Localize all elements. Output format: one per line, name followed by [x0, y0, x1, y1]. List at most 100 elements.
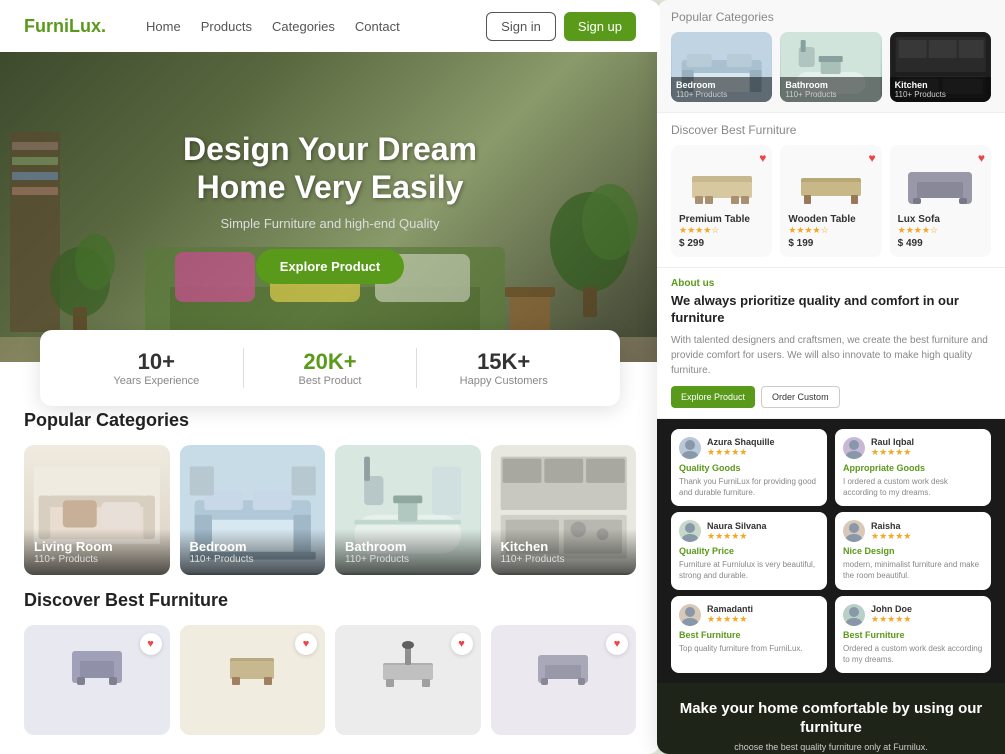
cat-bathroom[interactable]: Bathroom 110+ Products [335, 445, 481, 575]
product-price-2: $ 499 [898, 238, 983, 249]
top-cats-row: Bedroom 110+ Products Bathroom 110+ Prod… [671, 32, 991, 102]
top-cat-bathroom[interactable]: Bathroom 110+ Products [780, 32, 881, 102]
about-buttons: Explore Product Order Custom [671, 386, 991, 408]
about-explore-button[interactable]: Explore Product [671, 386, 755, 408]
nav-products[interactable]: Products [201, 19, 252, 34]
signin-button[interactable]: Sign in [486, 12, 556, 41]
fur-card-0[interactable]: ♥ [24, 625, 170, 735]
product-0[interactable]: ♥ Premium Table ★★★★☆ $ 299 [671, 145, 772, 257]
product-img-0 [679, 153, 764, 208]
right-testimonials: Azura Shaquille ★★★★★ Quality Goods Than… [657, 419, 1005, 683]
testimonial-3: John Doe ★★★★★ Best Furniture Ordered a … [835, 596, 991, 673]
stat-products-label: Best Product [244, 375, 417, 387]
hero-section: Design Your Dream Home Very Easily Simpl… [0, 52, 660, 362]
right-cta: Make your home comfortable by using our … [657, 683, 1005, 754]
product-name-0: Premium Table [679, 214, 764, 225]
heart-3[interactable]: ♥ [606, 633, 628, 655]
cat-count-lr: 110+ Products [34, 554, 160, 565]
testimonials-col-right: Raul Iqbal ★★★★★ Appropriate Goods I ord… [835, 429, 991, 673]
cat-bedroom[interactable]: Bedroom 110+ Products [180, 445, 326, 575]
product-price-0: $ 299 [679, 238, 764, 249]
cat-count-bed: 110+ Products [190, 554, 316, 565]
about-text: With talented designers and craftsmen, w… [671, 333, 991, 378]
stat-products: 20K+ Best Product [244, 349, 417, 387]
top-cat-label-kit: Kitchen 110+ Products [890, 77, 991, 102]
testimonial-0: Azura Shaquille ★★★★★ Quality Goods Than… [671, 429, 827, 506]
product-stars-0: ★★★★☆ [679, 225, 764, 236]
cta-title: Make your home comfortable by using our … [671, 699, 991, 738]
nav-categories[interactable]: Categories [272, 19, 335, 34]
nav-links: Home Products Categories Contact [146, 19, 486, 34]
about-title: We always prioritize quality and comfort… [671, 293, 991, 327]
discover-title: Discover Best Furniture [24, 590, 636, 611]
hero-content: Design Your Dream Home Very Easily Simpl… [183, 130, 477, 285]
product-stars-2: ★★★★☆ [898, 225, 983, 236]
right-panel: Popular Categories Bedroom 110+ Products [657, 0, 1005, 754]
navbar: FurniLux. Home Products Categories Conta… [0, 0, 660, 52]
product-img-2 [898, 153, 983, 208]
cat-count-bath: 110+ Products [345, 554, 471, 565]
product-heart-1[interactable]: ♥ [869, 151, 876, 165]
cat-overlay-bed: Bedroom 110+ Products [180, 529, 326, 575]
furniture-grid: ♥ ♥ [24, 625, 636, 735]
avatar-3 [843, 604, 865, 626]
product-price-1: $ 199 [788, 238, 873, 249]
products-row: ♥ Premium Table ★★★★☆ $ 299 ♥ [671, 145, 991, 257]
avatar-0 [679, 437, 701, 459]
testimonial-4: Raul Iqbal ★★★★★ Appropriate Goods I ord… [835, 429, 991, 506]
heart-1[interactable]: ♥ [295, 633, 317, 655]
product-1[interactable]: ♥ Wooden Table ★★★★☆ $ 199 [780, 145, 881, 257]
signup-button[interactable]: Sign up [564, 12, 636, 41]
cat-name-bath: Bathroom [345, 539, 471, 554]
discover-section: Discover Best Furniture ♥ [0, 590, 660, 735]
testimonial-2: Naura Silvana ★★★★★ Quality Price Furnit… [671, 512, 827, 589]
right-top-cats: Popular Categories Bedroom 110+ Products [657, 0, 1005, 113]
popular-categories-section: Popular Categories Living Room [0, 410, 660, 575]
testimonials-col-left: Azura Shaquille ★★★★★ Quality Goods Than… [671, 429, 827, 673]
stat-customers-label: Happy Customers [417, 375, 590, 387]
logo: FurniLux. [24, 16, 106, 37]
stat-years: 10+ Years Experience [70, 349, 243, 387]
cat-name-bed: Bedroom [190, 539, 316, 554]
right-about: About us We always prioritize quality an… [657, 268, 1005, 419]
nav-actions: Sign in Sign up [486, 12, 636, 41]
right-products-title: Discover Best Furniture [671, 123, 991, 137]
heart-0[interactable]: ♥ [140, 633, 162, 655]
fur-card-1[interactable]: ♥ [180, 625, 326, 735]
fur-card-2[interactable]: ♥ [335, 625, 481, 735]
nav-contact[interactable]: Contact [355, 19, 400, 34]
product-2[interactable]: ♥ Lux Sofa ★★★★☆ $ 499 [890, 145, 991, 257]
product-heart-0[interactable]: ♥ [759, 151, 766, 165]
stat-years-label: Years Experience [70, 375, 243, 387]
nav-home[interactable]: Home [146, 19, 181, 34]
cat-name-lr: Living Room [34, 539, 160, 554]
fur-card-3[interactable]: ♥ [491, 625, 637, 735]
testimonial-5: Ramadanti ★★★★★ Best Furniture Top quali… [671, 596, 827, 673]
cat-count-kit: 110+ Products [501, 554, 627, 565]
heart-2[interactable]: ♥ [451, 633, 473, 655]
stat-products-number: 20K+ [244, 349, 417, 375]
cat-overlay-kit: Kitchen 110+ Products [491, 529, 637, 575]
cat-name-kit: Kitchen [501, 539, 627, 554]
cat-overlay-lr: Living Room 110+ Products [24, 529, 170, 575]
cta-subtitle: choose the best quality furniture only a… [671, 742, 991, 752]
top-cat-bedroom[interactable]: Bedroom 110+ Products [671, 32, 772, 102]
stat-customers-number: 15K+ [417, 349, 590, 375]
hero-title: Design Your Dream Home Very Easily [183, 130, 477, 207]
avatar-1 [843, 520, 865, 542]
cat-living-room[interactable]: Living Room 110+ Products [24, 445, 170, 575]
about-tag: About us [671, 278, 991, 289]
left-panel: FurniLux. Home Products Categories Conta… [0, 0, 660, 754]
avatar-4 [843, 437, 865, 459]
product-stars-1: ★★★★☆ [788, 225, 873, 236]
categories-grid: Living Room 110+ Products [24, 445, 636, 575]
stat-customers: 15K+ Happy Customers [417, 349, 590, 387]
cat-kitchen[interactable]: Kitchen 110+ Products [491, 445, 637, 575]
about-order-button[interactable]: Order Custom [761, 386, 840, 408]
avatar-2 [679, 520, 701, 542]
product-heart-2[interactable]: ♥ [978, 151, 985, 165]
explore-button[interactable]: Explore Product [256, 249, 404, 284]
popular-categories-title: Popular Categories [24, 410, 636, 431]
top-cat-kitchen[interactable]: Kitchen 110+ Products [890, 32, 991, 102]
top-cat-label-bed: Bedroom 110+ Products [671, 77, 772, 102]
